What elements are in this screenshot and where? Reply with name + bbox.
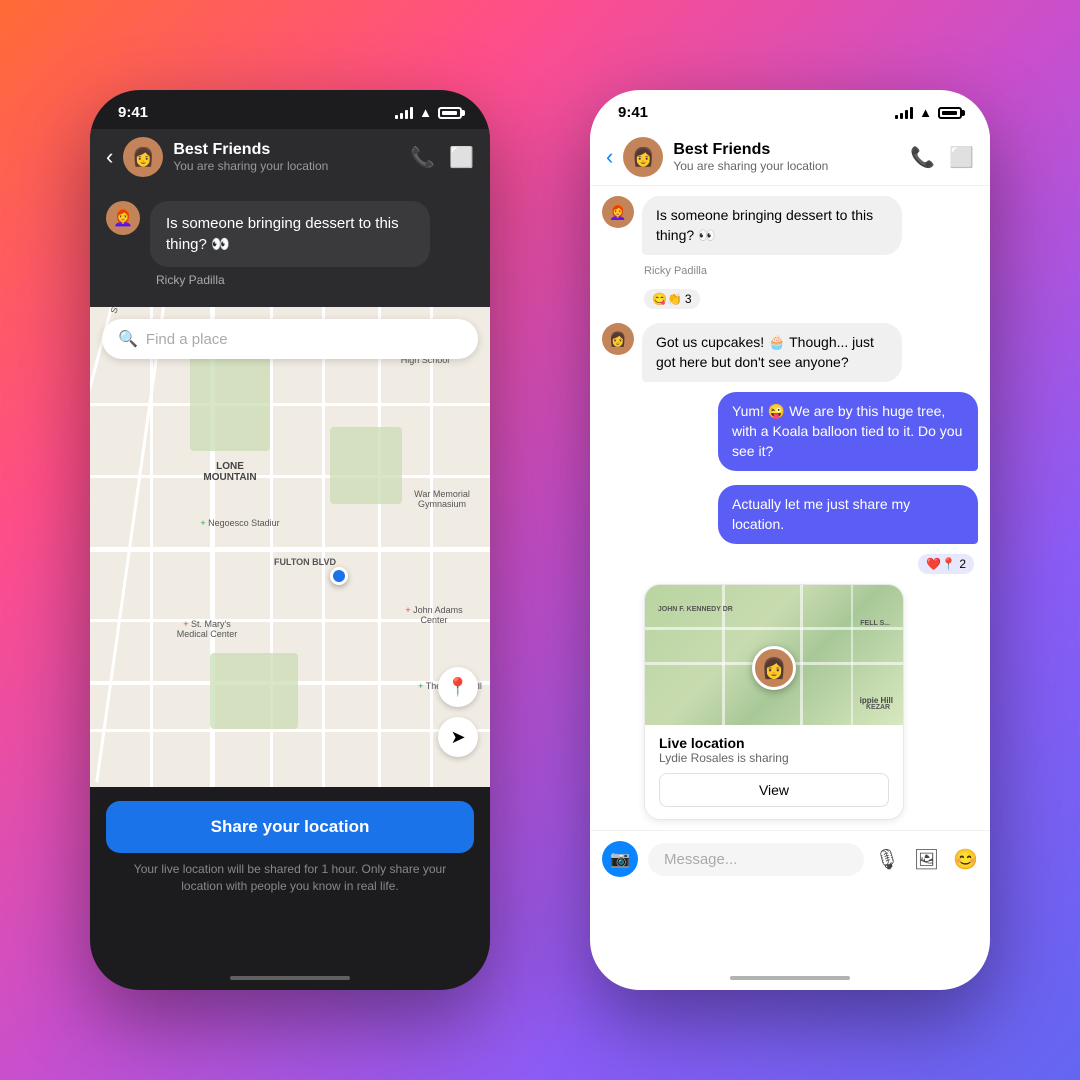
share-disclaimer: Your live location will be shared for 1 … [106, 861, 474, 895]
share-location-button[interactable]: Share your location [106, 801, 474, 853]
message-text-2: Got us cupcakes! 🧁 Though... just got he… [656, 334, 874, 370]
pin-location-button[interactable]: 📍 [438, 667, 478, 707]
message-bubble-4: Actually let me just share my location. [718, 485, 978, 544]
fulton-label: FULTON BLVD [270, 557, 340, 567]
right-back-button[interactable]: ‹ [606, 144, 613, 170]
msg-avatar-2: 👩 [602, 323, 634, 355]
reaction-badge-outgoing: ❤️📍 2 [918, 554, 974, 574]
dark-message-row: 👩‍🦰 Is someone bringing dessert to this … [106, 201, 474, 267]
location-card-subtitle: Lydie Rosales is sharing [659, 751, 889, 765]
home-indicator-left [230, 976, 350, 980]
location-card: JOHN F. KENNEDY DR FELL S... 👩 ippie Hil… [644, 584, 904, 820]
image-icon[interactable]: 🖼 [914, 847, 939, 872]
search-placeholder: Find a place [146, 331, 228, 348]
location-map-bg: JOHN F. KENNEDY DR FELL S... 👩 ippie Hil… [645, 585, 903, 725]
lone-mountain-label: LONEMOUNTAIN [190, 461, 270, 483]
message-row-1: 👩‍🦰 Is someone bringing dessert to this … [602, 196, 978, 255]
right-chat-subtitle: You are sharing your location [673, 159, 900, 173]
right-avatar: 👩 [623, 137, 663, 177]
dark-message-bubble: Is someone bringing dessert to this thin… [150, 201, 430, 267]
location-view-button[interactable]: View [659, 773, 889, 807]
left-status-bar: 9:41 ▲ [90, 90, 490, 129]
reaction-row-1: 😋👏 3 [644, 289, 978, 309]
search-icon: 🔍 [118, 329, 138, 349]
right-wifi-icon: ▲ [919, 105, 932, 120]
left-chat-name: Best Friends [173, 141, 400, 159]
right-nav-actions: 📞 ⬜ [910, 145, 974, 170]
right-video-icon[interactable]: ⬜ [949, 145, 974, 170]
input-actions: 🎙 🖼 😊 [874, 847, 978, 872]
message-text-3: Yum! 😜 We are by this huge tree, with a … [732, 403, 962, 458]
battery-icon [438, 107, 462, 119]
map-label-john: JOHN F. KENNEDY DR [658, 606, 733, 613]
map-search-bar[interactable]: 🔍 Find a place [102, 319, 478, 359]
message-bubble-3: Yum! 😜 We are by this huge tree, with a … [718, 392, 978, 471]
ricky-avatar: 👩‍🦰 [106, 201, 140, 235]
right-chat-name: Best Friends [673, 141, 900, 159]
right-nav-bar: ‹ 👩 Best Friends You are sharing your lo… [590, 129, 990, 186]
message-row-4: Actually let me just share my location. [602, 485, 978, 544]
share-section: Share your location Your live location w… [90, 787, 490, 909]
reactions-outgoing: ❤️📍 2 [602, 554, 974, 574]
message-text-1: Is someone bringing dessert to this thin… [656, 207, 873, 243]
right-nav-info: Best Friends You are sharing your locati… [673, 141, 900, 173]
message-placeholder: Message... [664, 851, 737, 868]
right-status-bar: 9:41 ▲ [590, 90, 990, 129]
map-container: LONEMOUNTAIN Raoul WallenbergHigh School… [90, 307, 490, 787]
hospital-label: + St. Mary'sMedical Center [162, 619, 252, 639]
stadium-label: + Negoesco Stadiur [190, 518, 290, 528]
message-bubble-2: Got us cupcakes! 🧁 Though... just got he… [642, 323, 902, 382]
right-status-icons: ▲ [895, 105, 962, 120]
right-time: 9:41 [618, 104, 648, 121]
sender-label-1: Ricky Padilla [644, 265, 978, 277]
msg-avatar-1: 👩‍🦰 [602, 196, 634, 228]
back-button[interactable]: ‹ [106, 144, 113, 170]
message-text-4: Actually let me just share my location. [732, 496, 910, 532]
kezar-label: KEZAR [866, 704, 890, 711]
mic-icon[interactable]: 🎙 [874, 847, 899, 872]
signal-bars-icon [395, 107, 413, 119]
left-status-icons: ▲ [395, 105, 462, 120]
chat-messages: 👩‍🦰 Is someone bringing dessert to this … [590, 186, 990, 830]
navigate-button[interactable]: ➤ [438, 717, 478, 757]
sticker-icon[interactable]: 😊 [953, 847, 978, 872]
left-nav-actions: 📞 ⬜ [410, 145, 474, 170]
right-battery-icon [938, 107, 962, 119]
dark-sender-name: Ricky Padilla [156, 273, 474, 291]
avatar: 👩 [123, 137, 163, 177]
map-label-fell: FELL S... [860, 620, 890, 627]
adams-label: + John AdamsCenter [394, 605, 474, 625]
phone-icon[interactable]: 📞 [410, 145, 435, 170]
location-map-preview: JOHN F. KENNEDY DR FELL S... 👩 ippie Hil… [645, 585, 903, 725]
dark-message-text: Is someone bringing dessert to this thin… [166, 213, 414, 255]
message-row-3: Yum! 😜 We are by this huge tree, with a … [602, 392, 978, 471]
reaction-badge-1: 😋👏 3 [644, 289, 700, 309]
map-background: LONEMOUNTAIN Raoul WallenbergHigh School… [90, 307, 490, 787]
left-phone: 9:41 ▲ ‹ 👩 Best Friends You are sharing … [90, 90, 490, 990]
right-signal-bars-icon [895, 107, 913, 119]
video-icon[interactable]: ⬜ [449, 145, 474, 170]
wifi-icon: ▲ [419, 105, 432, 120]
message-input-bar: 📷 Message... 🎙 🖼 😊 [590, 830, 990, 887]
camera-button[interactable]: 📷 [602, 841, 638, 877]
message-input-field[interactable]: Message... [648, 843, 864, 876]
left-nav-bar: ‹ 👩 Best Friends You are sharing your lo… [90, 129, 490, 185]
left-chat-preview: 👩‍🦰 Is someone bringing dessert to this … [90, 185, 490, 307]
home-indicator-right [730, 976, 850, 980]
location-card-title: Live location [659, 735, 889, 751]
message-bubble-1: Is someone bringing dessert to this thin… [642, 196, 902, 255]
location-avatar-pin: 👩 [752, 646, 796, 690]
message-row-2: 👩 Got us cupcakes! 🧁 Though... just got … [602, 323, 978, 382]
user-location-dot [330, 567, 348, 585]
right-phone: 9:41 ▲ ‹ 👩 Best Friends You are sharing … [590, 90, 990, 990]
location-card-body: Live location Lydie Rosales is sharing V… [645, 725, 903, 819]
left-time: 9:41 [118, 104, 148, 121]
left-chat-subtitle: You are sharing your location [173, 159, 400, 173]
gym-label: War MemorialGymnasium [402, 489, 482, 509]
right-phone-icon[interactable]: 📞 [910, 145, 935, 170]
left-nav-info: Best Friends You are sharing your locati… [173, 141, 400, 173]
